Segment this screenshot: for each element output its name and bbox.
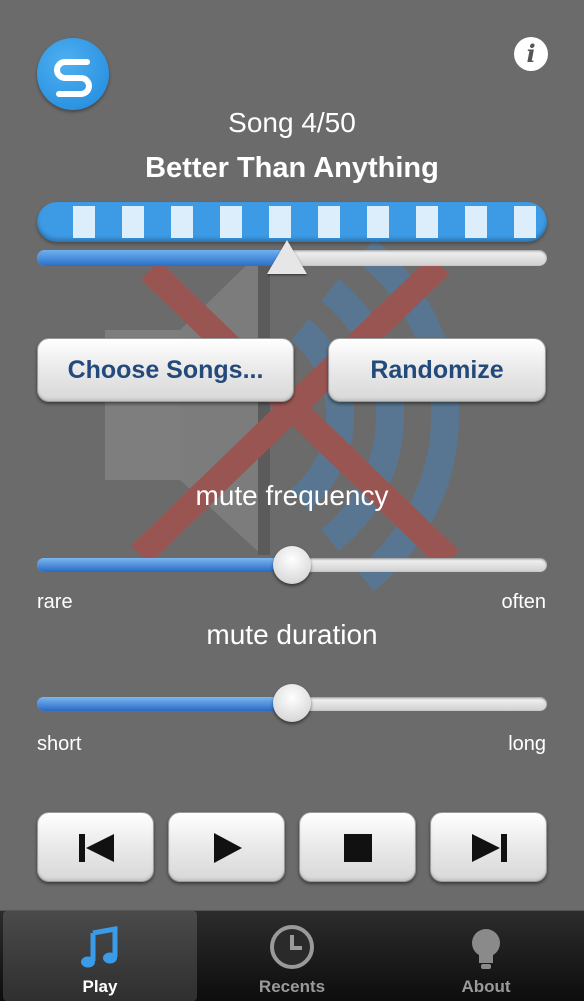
tab-about[interactable]: About [389, 911, 583, 1001]
song-position-thumb[interactable] [266, 240, 307, 274]
tab-recents[interactable]: Recents [195, 911, 389, 1001]
lightbulb-icon [472, 929, 500, 969]
progress-stripe [514, 206, 536, 238]
mute-duration-thumb[interactable] [273, 684, 311, 722]
play-button[interactable] [168, 812, 285, 882]
mute-frequency-label: mute frequency [195, 480, 389, 511]
play-icon [214, 833, 242, 863]
progress-stripe [465, 206, 487, 238]
mute-duration-label: mute duration [206, 619, 378, 650]
progress-stripe [73, 206, 95, 238]
tab-about-label: About [461, 977, 511, 996]
song-title: Better Than Anything [145, 152, 439, 184]
stop-button[interactable] [299, 812, 416, 882]
progress-stripe [171, 206, 193, 238]
stop-icon [344, 834, 372, 862]
music-note-icon [81, 926, 118, 968]
previous-button[interactable] [37, 812, 154, 882]
mute-frequency-max-label: often [501, 591, 546, 613]
tab-bar: Play Recents About [0, 910, 584, 1001]
progress-stripe [318, 206, 340, 238]
song-position-fill [37, 250, 287, 266]
next-button[interactable] [430, 812, 547, 882]
song-counter: Song 4/50 [228, 107, 356, 138]
mute-frequency-thumb[interactable] [273, 546, 311, 584]
progress-stripe [269, 206, 291, 238]
progress-stripe [367, 206, 389, 238]
tab-play-label: Play [82, 977, 118, 996]
tab-recents-label: Recents [258, 977, 326, 996]
mute-duration-max-label: long [508, 733, 546, 755]
choose-songs-button[interactable]: Choose Songs... [37, 338, 294, 402]
mute-duration-fill [37, 697, 292, 711]
tab-play[interactable]: Play [3, 911, 197, 1001]
s-logo-icon [54, 59, 92, 97]
info-button[interactable]: i [514, 37, 548, 71]
progress-stripe [416, 206, 438, 238]
mute-frequency-min-label: rare [37, 591, 73, 613]
skip-next-icon [472, 834, 507, 862]
progress-stripe [220, 206, 242, 238]
skip-previous-icon [79, 834, 114, 862]
mute-duration-min-label: short [37, 733, 82, 755]
app-logo [37, 38, 109, 110]
clock-icon [270, 925, 314, 969]
mute-frequency-fill [37, 558, 292, 572]
progress-stripe [122, 206, 144, 238]
info-icon: i [526, 39, 536, 68]
randomize-button[interactable]: Randomize [328, 338, 546, 402]
song-list-progress-bar [37, 202, 547, 242]
